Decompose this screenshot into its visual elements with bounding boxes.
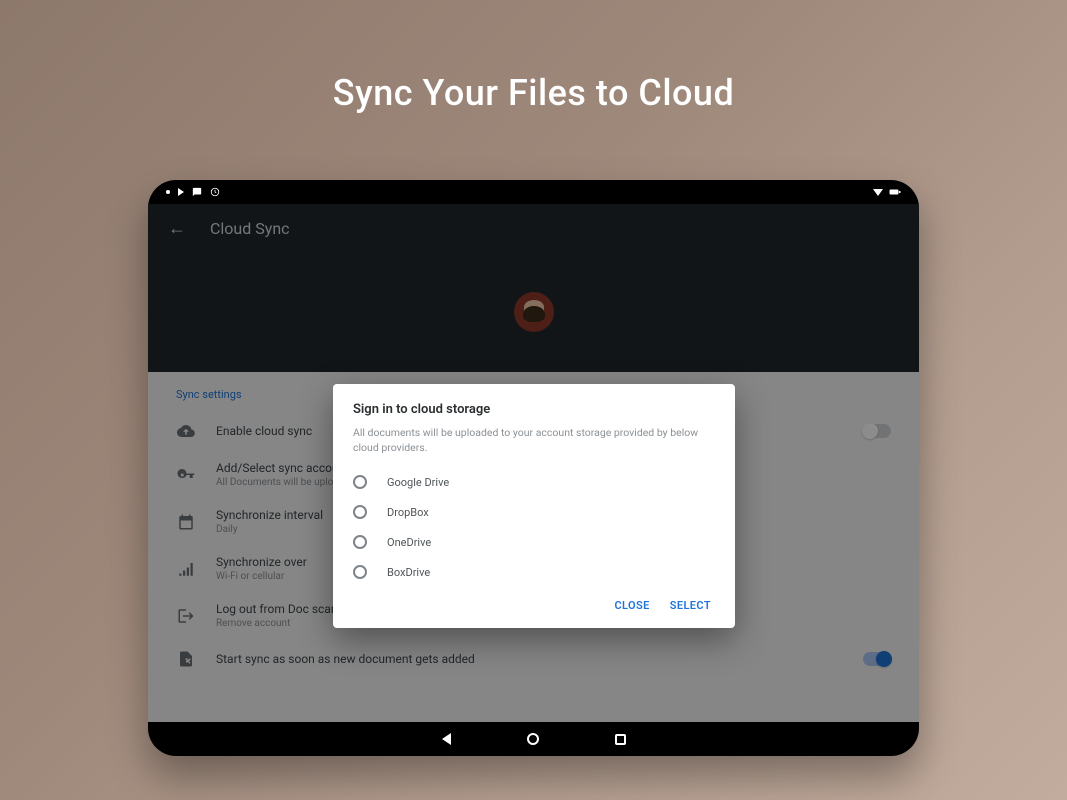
- radio-icon: [353, 475, 367, 489]
- status-clock-icon: [210, 187, 220, 197]
- app-screen: ← Cloud Sync Sync settings Enable cloud …: [148, 204, 919, 722]
- page-headline: Sync Your Files to Cloud: [0, 72, 1067, 114]
- option-label: BoxDrive: [387, 566, 430, 579]
- option-label: Google Drive: [387, 476, 449, 489]
- option-label: DropBox: [387, 506, 429, 519]
- signin-dialog: Sign in to cloud storage All documents w…: [333, 384, 735, 628]
- close-button[interactable]: CLOSE: [614, 599, 649, 612]
- select-button[interactable]: SELECT: [670, 599, 711, 612]
- option-onedrive[interactable]: OneDrive: [353, 527, 715, 557]
- nav-recents-icon[interactable]: [615, 734, 626, 745]
- radio-icon: [353, 565, 367, 579]
- status-bar: [148, 180, 919, 204]
- dialog-title: Sign in to cloud storage: [353, 402, 715, 417]
- status-message-icon: [192, 187, 202, 197]
- status-signal-icon: [873, 189, 883, 196]
- dialog-description: All documents will be uploaded to your a…: [353, 425, 715, 455]
- status-play-icon: [178, 188, 184, 196]
- radio-icon: [353, 505, 367, 519]
- radio-icon: [353, 535, 367, 549]
- tablet-frame: ← Cloud Sync Sync settings Enable cloud …: [148, 180, 919, 756]
- option-boxdrive[interactable]: BoxDrive: [353, 557, 715, 587]
- option-label: OneDrive: [387, 536, 431, 549]
- system-navbar: [148, 722, 919, 756]
- nav-back-icon[interactable]: [442, 733, 451, 745]
- nav-home-icon[interactable]: [527, 733, 539, 745]
- option-dropbox[interactable]: DropBox: [353, 497, 715, 527]
- option-google-drive[interactable]: Google Drive: [353, 467, 715, 497]
- status-dot-icon: [166, 190, 170, 194]
- status-battery-icon: [889, 188, 901, 196]
